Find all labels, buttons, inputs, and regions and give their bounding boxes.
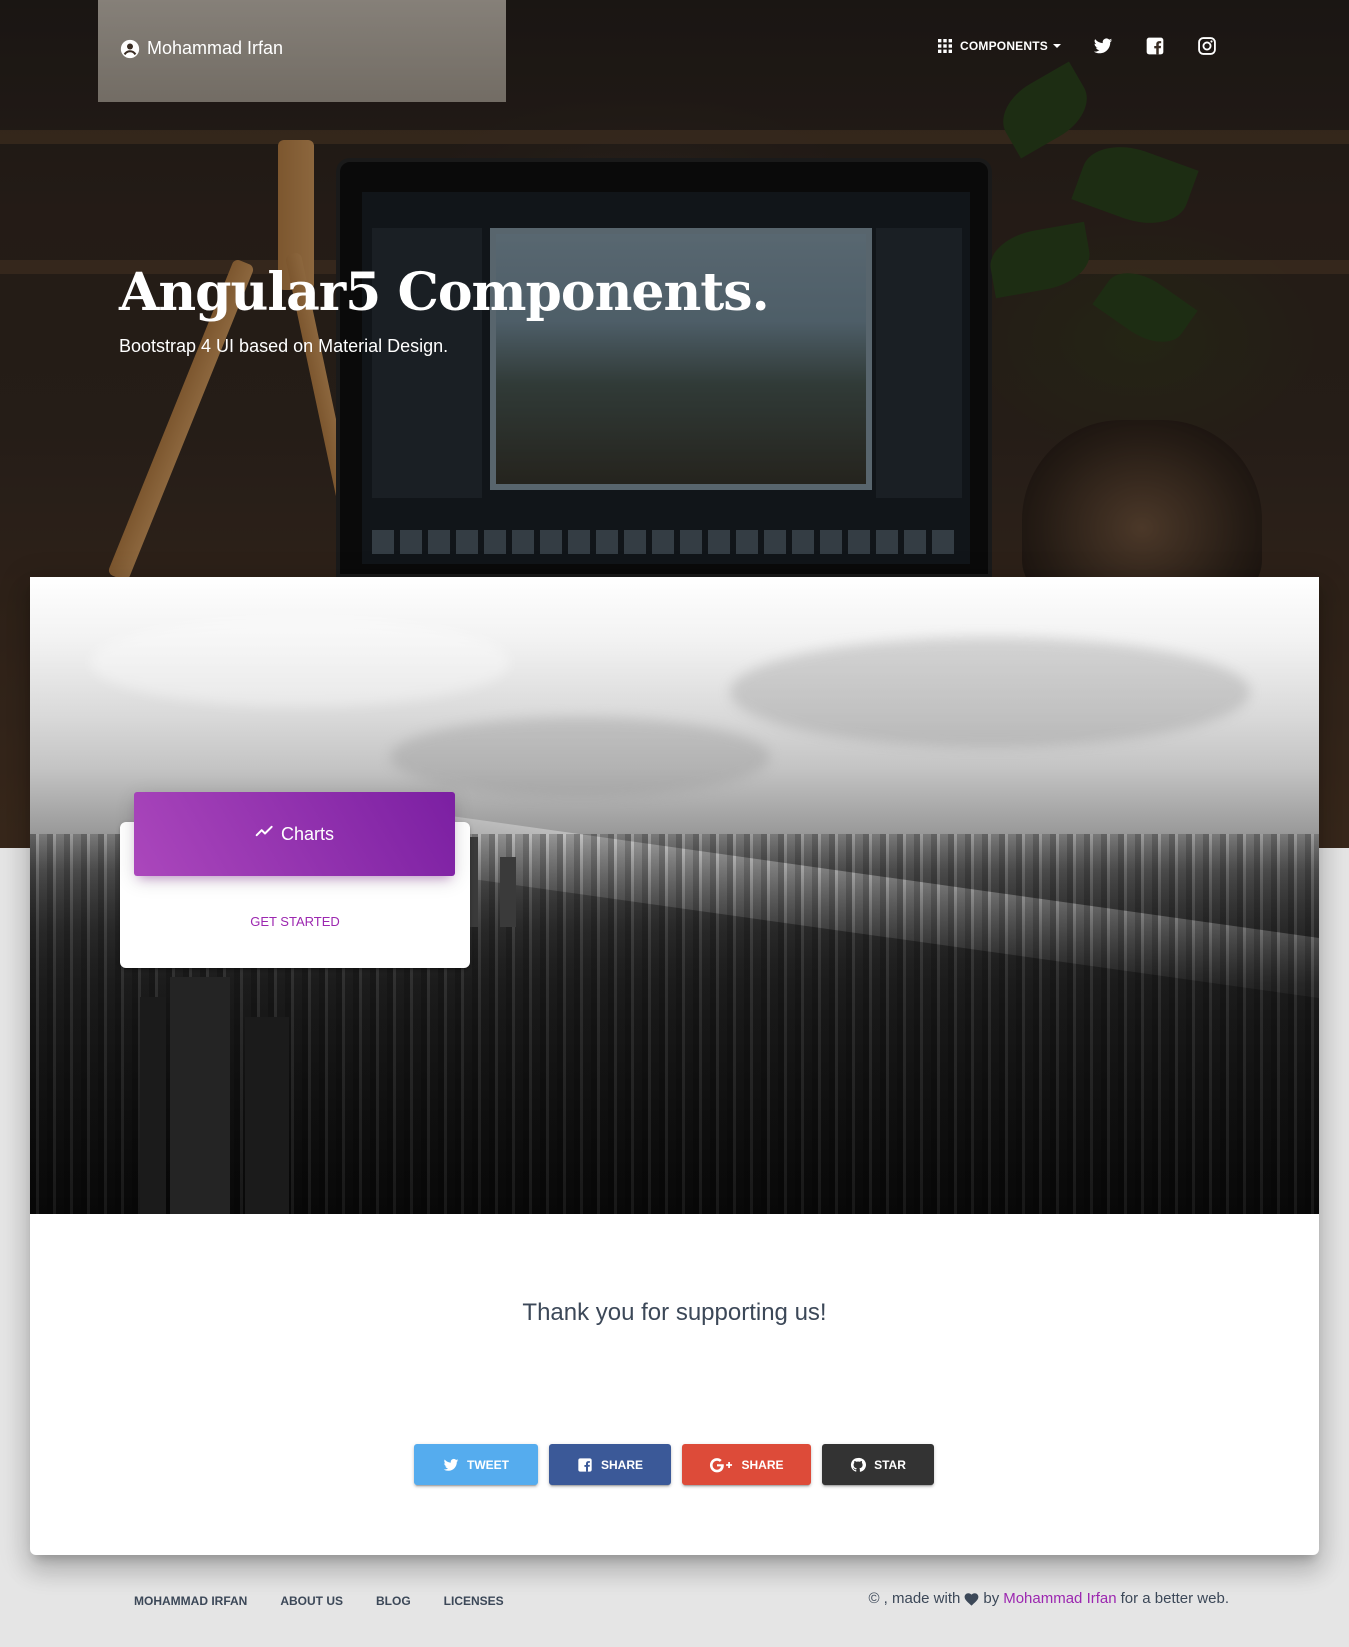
- facebook-share-label: SHARE: [600, 1457, 643, 1472]
- charts-card-header: Charts: [134, 792, 455, 876]
- share-buttons: TWEET SHARE SHARE STAR: [414, 1444, 934, 1485]
- charts-card-title: Charts: [280, 823, 334, 844]
- tweet-label: TWEET: [467, 1457, 509, 1472]
- components-label: COMPONENTS: [959, 39, 1048, 53]
- plant-leaf: [1092, 259, 1198, 356]
- instagram-icon[interactable]: [1197, 36, 1217, 56]
- building: [245, 1017, 289, 1214]
- cloud: [390, 717, 770, 797]
- shelf: [0, 130, 1349, 144]
- footer-link-mohammad-irfan[interactable]: MOHAMMAD IRFAN: [134, 1594, 247, 1608]
- nav-right: COMPONENTS: [937, 36, 1217, 56]
- github-icon: [851, 1457, 867, 1472]
- copyright-by: by: [983, 1590, 1000, 1607]
- main-content: Charts GET STARTED Thank you for support…: [30, 577, 1319, 1555]
- footer-link-licenses[interactable]: LICENSES: [444, 1594, 504, 1608]
- footer-link-about-us[interactable]: ABOUT US: [280, 1594, 343, 1608]
- plant-leaf: [1071, 133, 1199, 237]
- laptop: [336, 158, 992, 578]
- plant-leaf: [985, 221, 1095, 299]
- twitter-icon[interactable]: [1093, 36, 1113, 56]
- github-star-button[interactable]: STAR: [822, 1444, 934, 1485]
- cloud: [730, 637, 1250, 747]
- facebook-square-icon[interactable]: [1145, 36, 1165, 56]
- laptop-screen: [362, 192, 970, 564]
- components-dropdown[interactable]: COMPONENTS: [937, 39, 1061, 53]
- building: [470, 837, 478, 927]
- copyright-prefix: © , made with: [868, 1590, 961, 1607]
- facebook-share-button[interactable]: SHARE: [549, 1444, 671, 1485]
- get-started-link[interactable]: GET STARTED: [120, 914, 470, 929]
- brand-link[interactable]: Mohammad Irfan: [120, 38, 283, 59]
- navbar: Mohammad Irfan COMPONENTS: [0, 0, 1349, 100]
- heart-icon: [964, 1592, 979, 1606]
- glass-jar: [1022, 420, 1262, 600]
- footer-nav: MOHAMMAD IRFAN ABOUT US BLOG LICENSES: [134, 1594, 504, 1608]
- hero-title: Angular5 Components.: [119, 262, 770, 323]
- copyright: © , made with by Mohammad Irfan for a be…: [868, 1590, 1229, 1607]
- google-share-label: SHARE: [741, 1457, 784, 1472]
- laptop-panel: [876, 228, 962, 498]
- github-star-label: STAR: [874, 1457, 906, 1472]
- google-plus-share-button[interactable]: SHARE: [682, 1444, 811, 1485]
- brand-name: Mohammad Irfan: [147, 38, 284, 58]
- account-circle-icon: [120, 39, 140, 58]
- hero-subtitle: Bootstrap 4 UI based on Material Design.: [119, 336, 449, 356]
- twitter-icon: [443, 1458, 459, 1471]
- support-title: Thank you for supporting us!: [522, 1299, 827, 1326]
- building: [500, 857, 516, 927]
- google-plus-icon: [710, 1457, 733, 1472]
- trending-up-icon: [255, 825, 273, 837]
- tweet-button[interactable]: TWEET: [414, 1444, 538, 1485]
- building: [140, 997, 166, 1214]
- footer-link-blog[interactable]: BLOG: [376, 1594, 411, 1608]
- caret-down-icon: [1053, 44, 1061, 48]
- facebook-square-icon: [578, 1457, 592, 1472]
- copyright-suffix: for a better web.: [1120, 1590, 1229, 1607]
- cloud: [90, 617, 510, 707]
- building: [170, 977, 230, 1214]
- laptop-filmstrip: [372, 530, 960, 554]
- apps-grid-icon: [937, 39, 952, 53]
- charts-card: Charts GET STARTED: [120, 792, 470, 968]
- author-link[interactable]: Mohammad Irfan: [1003, 1590, 1116, 1607]
